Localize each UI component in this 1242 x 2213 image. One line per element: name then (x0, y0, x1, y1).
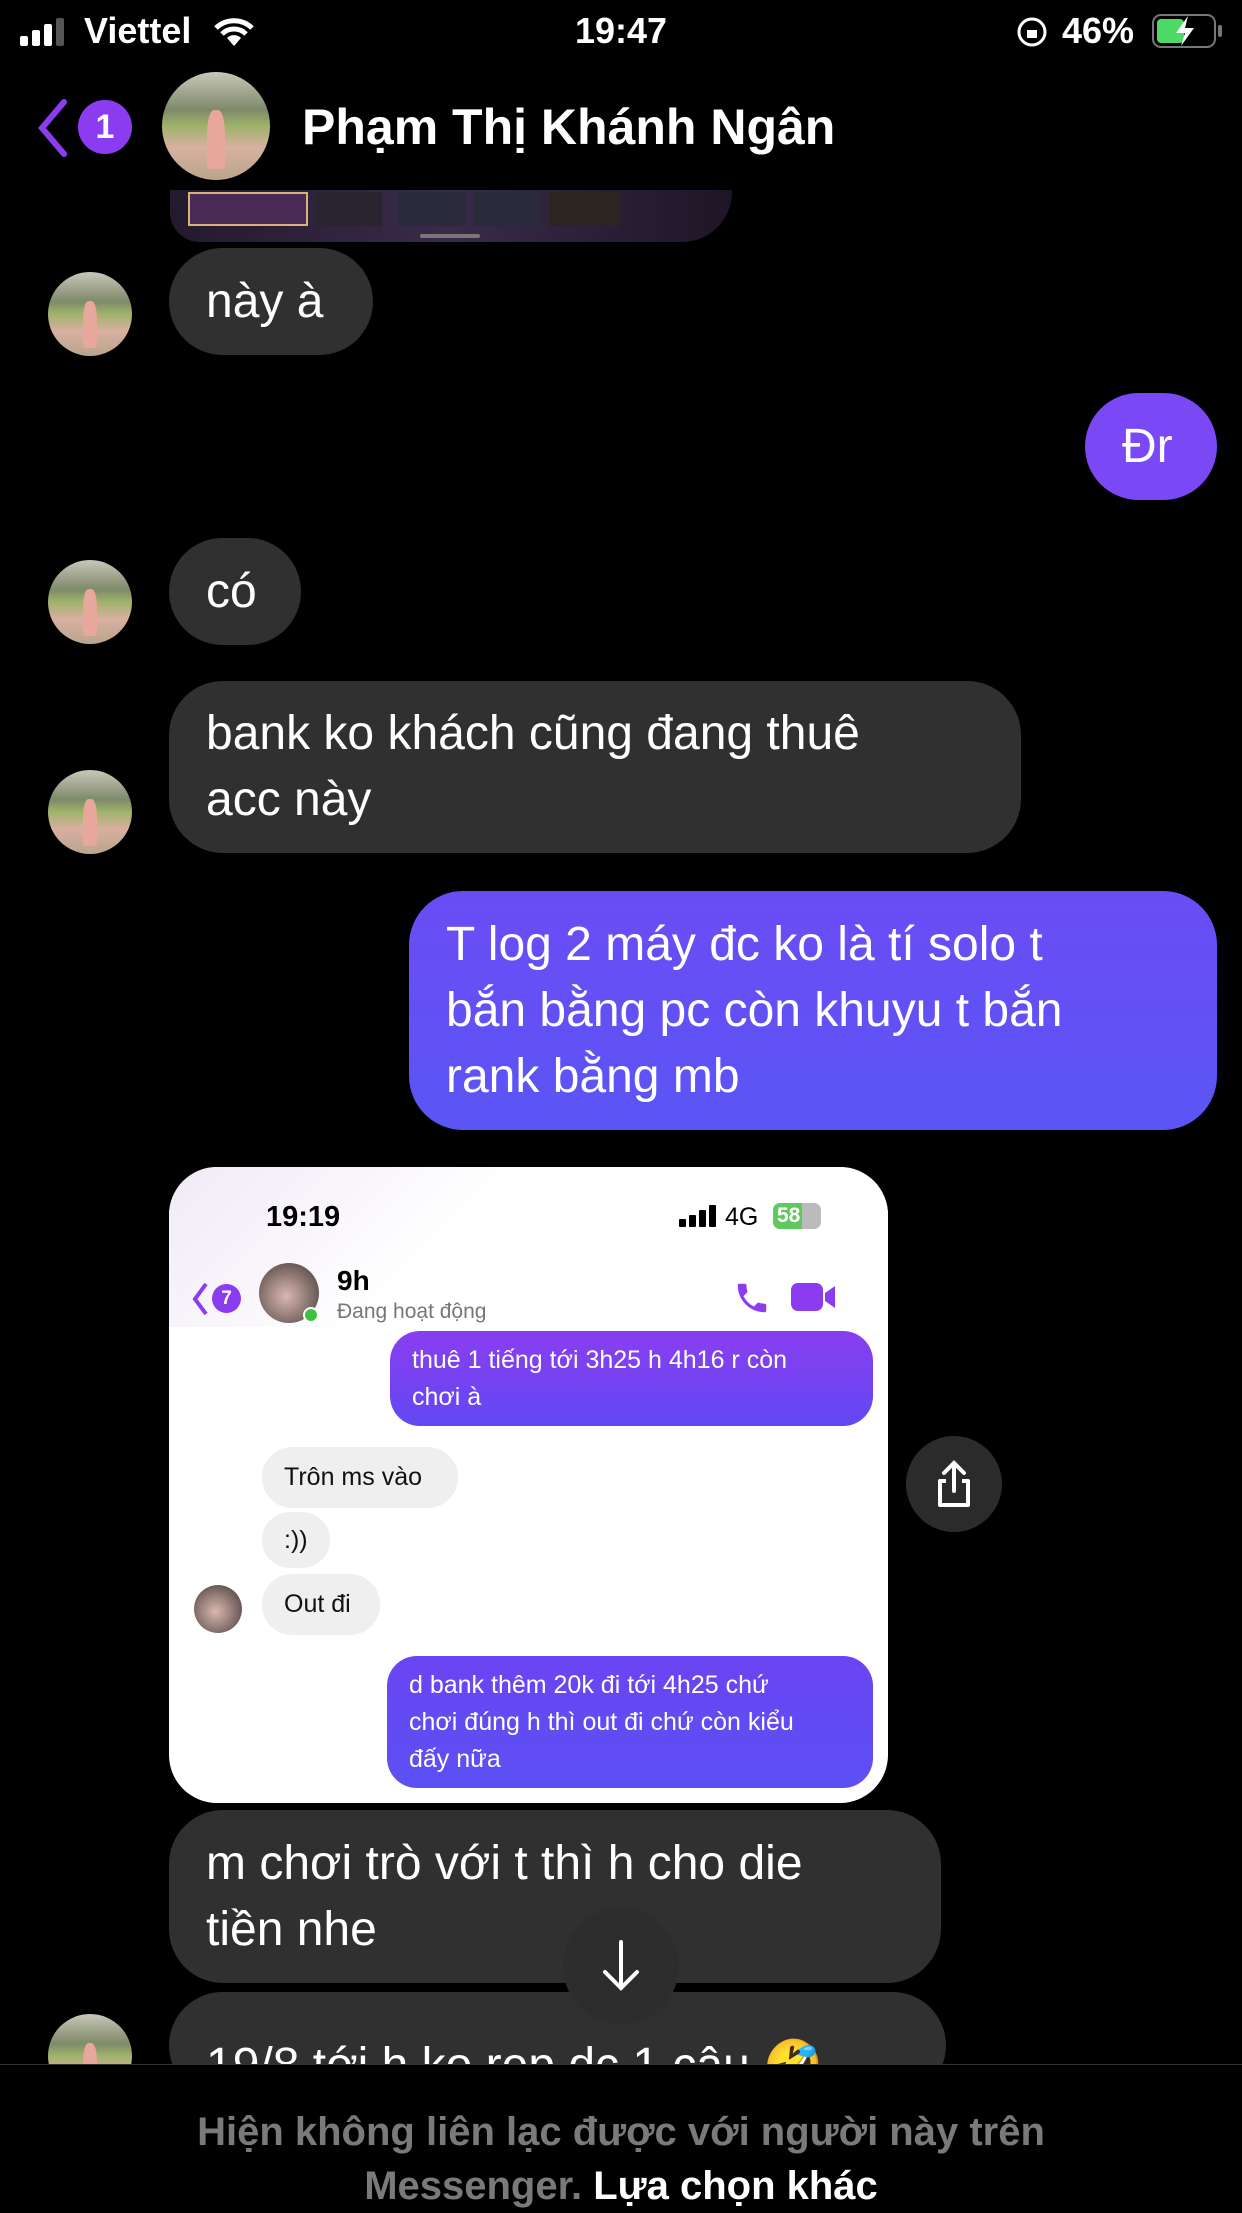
shot-message-incoming: Out đi (262, 1574, 380, 1635)
message-bubble-incoming[interactable]: m chơi trò với t thì h cho die tiền nhe (169, 1810, 941, 1983)
scroll-to-bottom-button[interactable] (563, 1908, 679, 2024)
sender-avatar (48, 560, 132, 644)
message-bubble-incoming[interactable]: này à (169, 248, 373, 355)
sender-avatar (48, 272, 132, 356)
shot-contact-name: 9h (337, 1265, 370, 1296)
shot-message-incoming: Trôn ms vào (262, 1447, 458, 1508)
sender-avatar (48, 770, 132, 854)
shot-signal-icon (679, 1205, 716, 1227)
unread-badge: 1 (78, 100, 132, 154)
shot-chevron-left-icon (192, 1282, 208, 1316)
shared-image-preview[interactable] (170, 190, 732, 242)
message-bubble-incoming[interactable]: có (169, 538, 301, 645)
shot-message-incoming: :)) (262, 1512, 330, 1568)
battery-percent: 46% (1062, 10, 1135, 51)
online-indicator (303, 1307, 319, 1323)
shared-screenshot[interactable]: 19:19 4G 58 7 9h Đang hoạt động thuê 1 t… (169, 1167, 888, 1803)
chat-header: 1 Phạm Thị Khánh Ngân (0, 70, 1242, 190)
unavailable-notice-2: Messenger. (364, 2164, 583, 2208)
back-button[interactable]: 1 (36, 96, 136, 160)
unavailable-notice: Hiện không liên lạc được với người này t… (197, 2110, 1045, 2154)
battery-charging-icon (1152, 14, 1222, 48)
contact-avatar[interactable] (162, 72, 270, 180)
shot-network: 4G (725, 1203, 759, 1231)
arrow-down-icon (603, 1940, 639, 1991)
footer: Hiện không liên lạc được với người này t… (0, 2064, 1242, 2208)
rotation-lock-icon (1017, 17, 1047, 47)
contact-name[interactable]: Phạm Thị Khánh Ngân (302, 98, 835, 156)
shot-message-outgoing: thuê 1 tiếng tới 3h25 h 4h16 r còn chơi à (390, 1331, 873, 1426)
shot-battery: 58 (773, 1203, 821, 1229)
shot-sender-avatar (194, 1585, 242, 1633)
share-icon (938, 1460, 970, 1507)
clock: 19:47 (574, 10, 668, 51)
chevron-left-icon (38, 99, 67, 157)
shot-clock: 19:19 (266, 1201, 341, 1233)
shot-message-outgoing: d bank thêm 20k đi tới 4h25 chứ chơi đúng… (387, 1656, 873, 1788)
message-bubble-outgoing[interactable]: T log 2 máy đc ko là tí solo t bắn bằng p… (409, 891, 1217, 1130)
shot-unread-badge: 7 (212, 1284, 241, 1313)
share-button[interactable] (906, 1436, 1002, 1532)
other-options-link[interactable]: Lựa chọn khác (593, 2164, 878, 2208)
status-bar: Viettel 19:47 46% (0, 0, 1242, 60)
phone-icon (737, 1283, 767, 1313)
shot-presence: Đang hoạt động (337, 1300, 487, 1323)
video-call-icon (791, 1283, 835, 1311)
message-bubble-incoming[interactable]: bank ko khách cũng đang thuê acc này (169, 681, 1021, 853)
message-bubble-outgoing[interactable]: Đr (1085, 393, 1217, 500)
